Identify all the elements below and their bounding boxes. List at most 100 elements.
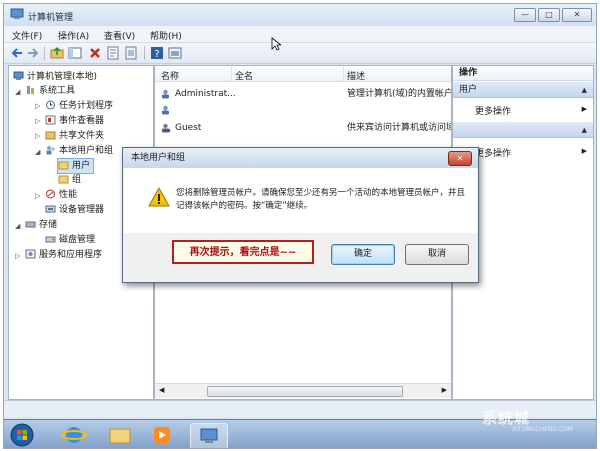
expand-icon[interactable]: ▷ [15, 252, 20, 260]
ie-browser-icon[interactable] [56, 423, 92, 447]
computer-icon [13, 71, 24, 80]
list-header: 名称 全名 描述 [155, 66, 451, 82]
expand-icon[interactable]: ▷ [35, 117, 40, 125]
folder-icon [58, 161, 69, 170]
computer-management-icon [10, 8, 24, 19]
menu-file[interactable]: 文件(F) [12, 29, 42, 42]
user-name: Administrat... [175, 89, 236, 99]
tree-item-event-viewer[interactable]: 事件查看器 [45, 114, 104, 128]
mouse-cursor-icon [271, 37, 281, 51]
tree-item-label: 系统工具 [39, 86, 76, 96]
warning-icon [148, 186, 170, 207]
window-controls: — □ ✕ [514, 8, 592, 22]
scroll-left-icon[interactable]: ◀ [159, 386, 164, 394]
tree-root-label: 计算机管理(本地) [27, 72, 98, 82]
expand-icon[interactable]: ▷ [35, 102, 40, 110]
collapse-icon[interactable]: ◢ [15, 222, 20, 230]
list-row-administrator[interactable]: Administrat... 管理计算机(域)的内置帐户 [155, 86, 451, 102]
more-actions-1[interactable]: 更多操作 [475, 104, 511, 117]
explorer-folder-icon[interactable] [102, 423, 138, 447]
menu-help[interactable]: 帮助(H) [150, 29, 182, 42]
dialog-close-button[interactable]: ✕ [448, 151, 472, 166]
menu-bar: 文件(F) 操作(A) 查看(V) 帮助(H) [4, 26, 596, 43]
tree-item-label: 任务计划程序 [59, 101, 114, 111]
clock-icon [46, 100, 55, 110]
menu-view[interactable]: 查看(V) [104, 29, 135, 42]
tree-item-groups[interactable]: 组 [58, 173, 81, 187]
menu-action[interactable]: 操作(A) [58, 29, 89, 42]
shared-folder-icon [45, 131, 56, 140]
scroll-right-icon[interactable]: ▶ [442, 386, 447, 394]
collapse-up-icon[interactable]: ▲ [582, 122, 587, 138]
tree-item-disk-management[interactable]: 磁盘管理 [45, 233, 95, 247]
column-fullname[interactable]: 全名 [235, 69, 253, 82]
tree-root[interactable]: 计算机管理(本地) [13, 70, 97, 84]
show-hide-tree-icon[interactable] [68, 46, 82, 60]
collapse-up-icon[interactable]: ▲ [582, 82, 587, 98]
minimize-button[interactable]: — [514, 8, 536, 22]
tree-item-label: 性能 [59, 190, 78, 200]
user-description: 供来宾访问计算机或访问域 [347, 123, 452, 133]
snapin-icon[interactable] [168, 46, 182, 60]
maximize-button[interactable]: □ [538, 8, 560, 22]
tree-item-local-users-groups[interactable]: 本地用户和组 [45, 144, 113, 158]
tree-item-task-scheduler[interactable]: 任务计划程序 [45, 99, 113, 113]
user-description: 管理计算机(域)的内置帐户 [347, 89, 452, 99]
list-row-user[interactable] [155, 102, 451, 118]
more-actions-2[interactable]: 更多操作 [475, 146, 511, 159]
watermark-text: 系统城 [482, 409, 531, 427]
expand-icon[interactable]: ▷ [35, 192, 40, 200]
actions-section-item[interactable]: ▲ [453, 122, 593, 138]
actions-section-label: 用户 [459, 85, 478, 95]
tree-item-performance[interactable]: 性能 [45, 188, 77, 202]
column-name[interactable]: 名称 [161, 69, 179, 82]
collapse-icon[interactable]: ◢ [15, 88, 20, 96]
delete-icon[interactable] [88, 46, 102, 60]
device-manager-icon [45, 205, 56, 213]
tree-item-shared-folders[interactable]: 共享文件夹 [45, 129, 104, 143]
guest-user-icon [162, 123, 171, 133]
export-list-icon[interactable] [124, 46, 138, 60]
actions-section-users[interactable]: 用户 ▲ [453, 82, 593, 98]
collapse-icon[interactable]: ◢ [35, 148, 40, 156]
event-viewer-icon [45, 115, 56, 125]
scrollbar-thumb[interactable] [207, 386, 403, 397]
forward-arrow-icon[interactable] [26, 46, 40, 60]
dialog-title: 本地用户和组 [123, 148, 478, 168]
tree-item-label: 组 [72, 175, 82, 185]
submenu-arrow-icon: ▶ [581, 105, 587, 113]
media-player-icon[interactable] [144, 423, 180, 447]
up-folder-icon[interactable] [50, 46, 64, 60]
folder-icon [58, 175, 69, 184]
storage-icon [25, 221, 36, 228]
tree-item-users[interactable]: 用户 [57, 158, 95, 174]
ok-button[interactable]: 确定 [331, 244, 395, 265]
tree-item-label: 共享文件夹 [59, 131, 105, 141]
tree-item-label: 服务和应用程序 [39, 250, 103, 260]
start-orb-icon[interactable] [8, 423, 36, 447]
services-icon [25, 249, 36, 259]
dialog-body: 您将删除管理员帐户。请确保您至少还有另一个活动的本地管理员帐户，并且记得该帐户的… [124, 168, 477, 233]
submenu-arrow-icon: ▶ [581, 147, 587, 155]
tree-item-system-tools[interactable]: 系统工具 [25, 84, 75, 98]
list-row-guest[interactable]: Guest 供来宾访问计算机或访问域 [155, 120, 451, 136]
close-window-button[interactable]: ✕ [562, 8, 592, 22]
horizontal-scrollbar[interactable]: ◀ ▶ [155, 383, 451, 398]
column-description[interactable]: 描述 [347, 69, 365, 82]
watermark-subtext: XITONGCHENG.COM [512, 426, 574, 433]
help-icon[interactable]: ? [150, 46, 164, 60]
tree-item-device-manager[interactable]: 设备管理器 [45, 203, 104, 217]
annotation-callout: 再次提示，看完点是~~ [172, 240, 314, 264]
cancel-button[interactable]: 取消 [405, 244, 469, 265]
users-group-icon [46, 146, 55, 155]
tree-item-storage[interactable]: 存储 [25, 218, 57, 232]
title-bar: 计算机管理 — □ ✕ [4, 4, 596, 26]
tree-item-services-apps[interactable]: 服务和应用程序 [25, 248, 102, 262]
disk-icon [45, 236, 56, 243]
expand-icon[interactable]: ▷ [35, 132, 40, 140]
properties-icon[interactable] [106, 46, 120, 60]
back-arrow-icon[interactable] [10, 46, 24, 60]
user-icon [162, 89, 169, 99]
computer-management-task-icon[interactable] [190, 423, 228, 449]
tree-item-label: 用户 [72, 161, 91, 171]
